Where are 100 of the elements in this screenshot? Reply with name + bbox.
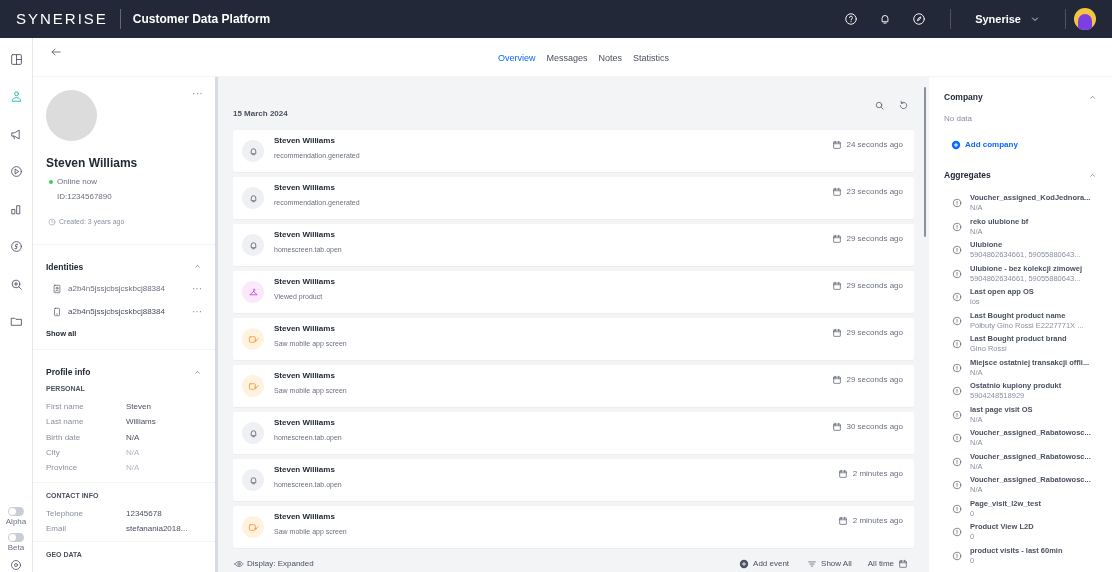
info-icon — [952, 221, 962, 232]
field-label: Province — [46, 462, 79, 475]
screen-check-icon — [247, 333, 259, 345]
field-label: Email — [46, 523, 67, 536]
add-company-button[interactable]: Add company — [951, 138, 1018, 151]
person-icon — [9, 90, 23, 103]
section-title: Aggregates — [944, 168, 991, 182]
tab[interactable]: Messages — [546, 51, 588, 66]
folder-icon — [9, 315, 23, 328]
field-value: N/A — [126, 447, 140, 460]
field-label: Last name — [46, 416, 85, 429]
date-heading: 15 March 2024 — [233, 107, 288, 120]
event-time: 29 seconds ago — [846, 327, 903, 339]
info-icon — [952, 245, 962, 256]
add-icon — [951, 139, 961, 150]
coin-icon — [9, 240, 23, 253]
event-user: Steven Williams — [274, 417, 336, 430]
search-icon[interactable] — [874, 100, 885, 111]
info-icon — [952, 198, 962, 209]
screen-check-icon — [247, 521, 259, 533]
info-icon — [952, 339, 962, 350]
compass-icon[interactable] — [912, 12, 927, 26]
settings-icon[interactable] — [10, 559, 22, 571]
refresh-icon[interactable] — [898, 100, 909, 111]
info-icon — [952, 433, 962, 444]
info-icon — [952, 550, 962, 561]
phone-icon — [52, 306, 62, 317]
product-title: Customer Data Platform — [132, 11, 271, 28]
id-card-icon — [52, 283, 62, 294]
bar-chart-icon — [9, 202, 23, 216]
identity-value: a2b4n5jssjcbsjcskbcj88384 — [68, 305, 166, 318]
event-time: 29 seconds ago — [846, 233, 903, 245]
hanger-icon — [247, 286, 259, 298]
scrollbar[interactable] — [924, 87, 926, 237]
event-user: Steven Williams — [274, 229, 336, 242]
toggle-switch[interactable] — [8, 507, 24, 516]
field-value: 12345678 — [126, 508, 162, 521]
display-toggle[interactable]: Display: Expanded — [247, 558, 314, 570]
eye-icon — [234, 559, 244, 569]
event-user: Steven Williams — [274, 511, 336, 524]
event-time: 29 seconds ago — [846, 280, 903, 292]
help-icon[interactable] — [844, 12, 859, 26]
event-user: Steven Williams — [274, 370, 336, 383]
event-time: 24 seconds ago — [846, 139, 903, 151]
event-user: Steven Williams — [274, 464, 336, 477]
layout-icon — [9, 52, 23, 66]
field-label: Telephone — [46, 508, 84, 521]
event-time: 29 seconds ago — [846, 374, 903, 386]
megaphone-icon — [9, 127, 23, 141]
identity-value: a2b4n5jssjcbsjcskbcj88384 — [68, 282, 166, 295]
screen-check-icon — [247, 380, 259, 392]
section-title: Profile info — [46, 366, 91, 379]
event-time: 23 seconds ago — [846, 186, 903, 198]
tab[interactable]: Statistics — [633, 51, 670, 66]
filter-icon — [807, 559, 818, 569]
field-value: stefanania2018... — [126, 523, 188, 536]
toggle-switch[interactable] — [8, 533, 24, 542]
info-icon — [952, 503, 962, 514]
avatar[interactable] — [1074, 8, 1096, 30]
calendar-icon — [898, 559, 908, 569]
workspace-dropdown[interactable]: Synerise — [967, 10, 1049, 28]
field-value: Williams — [126, 416, 156, 429]
section-title: Company — [944, 91, 983, 104]
avatar-placeholder — [46, 90, 97, 141]
tab[interactable]: Overview — [497, 51, 536, 66]
date-range-button[interactable]: All time — [867, 558, 894, 570]
field-value: N/A — [126, 462, 140, 475]
info-icon — [952, 386, 962, 397]
info-icon — [952, 409, 962, 420]
event-user: Steven Williams — [274, 276, 336, 289]
add-event-button[interactable]: Add event — [753, 558, 790, 570]
info-icon — [952, 480, 962, 491]
info-icon — [952, 527, 962, 538]
event-time: 2 minutes ago — [852, 468, 903, 480]
info-icon — [952, 315, 962, 326]
info-icon — [952, 456, 962, 467]
field-label: City — [46, 447, 61, 460]
toggle-label: Beta — [7, 542, 25, 554]
zoom-icon — [9, 277, 23, 291]
field-value: N/A — [126, 431, 140, 444]
show-all-button[interactable]: Show All — [821, 558, 852, 570]
back-arrow-icon[interactable] — [50, 46, 62, 58]
tab[interactable]: Notes — [598, 51, 622, 66]
profile-id: ID:1234567890 — [57, 191, 113, 203]
clock-icon — [48, 218, 56, 227]
field-label: First name — [46, 401, 85, 414]
field-label: Birth date — [46, 431, 82, 444]
event-time: 2 minutes ago — [852, 515, 903, 527]
empty-text: No data — [944, 112, 974, 125]
event-user: Steven Williams — [274, 135, 336, 148]
calendar-icon — [831, 328, 842, 338]
section-title: Identities — [46, 260, 84, 274]
toggle-label: Alpha — [5, 516, 27, 528]
calendar-icon — [837, 469, 848, 479]
calendar-icon — [837, 516, 848, 526]
add-icon — [739, 559, 750, 569]
calendar-icon — [831, 422, 842, 432]
event-user: Steven Williams — [274, 182, 336, 195]
calendar-icon — [831, 234, 842, 244]
field-value: Steven — [126, 401, 151, 414]
